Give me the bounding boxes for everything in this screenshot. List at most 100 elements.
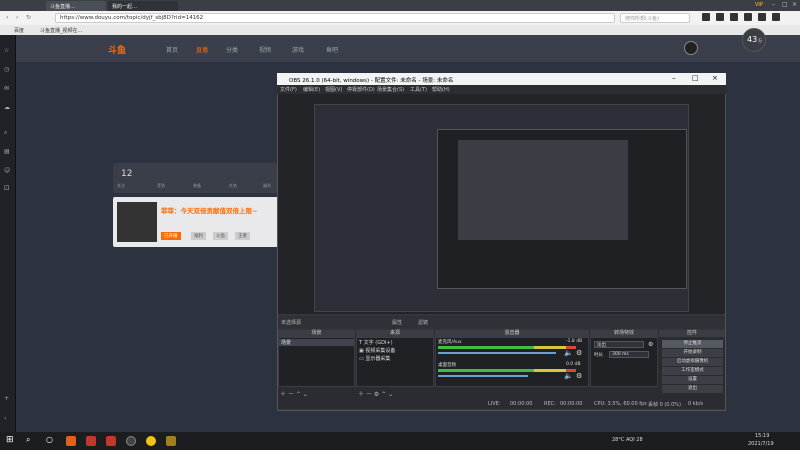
app-taskbar-icon[interactable] bbox=[106, 436, 116, 446]
cloud-icon[interactable]: ☁ bbox=[4, 104, 10, 111]
refresh-icon[interactable]: ↻ bbox=[26, 14, 31, 21]
up-icon[interactable]: ⌃ bbox=[381, 391, 386, 398]
studio-mode-button[interactable]: 工作室模式 bbox=[662, 367, 723, 375]
task-view-icon[interactable]: ○ bbox=[46, 435, 53, 444]
start-recording-button[interactable]: 开始录制 bbox=[662, 349, 723, 357]
down-icon[interactable]: ⌄ bbox=[388, 391, 393, 398]
volume-slider[interactable] bbox=[438, 352, 556, 354]
collapse-icon[interactable]: ‹ bbox=[4, 415, 6, 422]
nav-live[interactable]: 直播 bbox=[196, 45, 208, 54]
star-icon[interactable]: ☆ bbox=[4, 47, 9, 54]
stop-streaming-button[interactable]: 停止推流 bbox=[662, 340, 723, 348]
browser-tab-2[interactable]: 我的一起… bbox=[108, 1, 178, 11]
bookmark-item[interactable]: 斗鱼直播_视频在... bbox=[40, 27, 82, 34]
back-icon[interactable]: ‹ bbox=[6, 14, 8, 21]
filters-button[interactable]: 滤镜 bbox=[418, 319, 428, 326]
extension-icon[interactable] bbox=[730, 13, 738, 21]
speaker-icon[interactable]: 🔈 bbox=[564, 372, 573, 380]
obs-taskbar-icon[interactable] bbox=[126, 436, 136, 446]
source-item[interactable]: T 文字 (GDI+) bbox=[359, 339, 433, 346]
app-taskbar-icon[interactable] bbox=[86, 436, 96, 446]
nav-category[interactable]: 分类 bbox=[226, 45, 238, 54]
gear-icon[interactable]: ⚙ bbox=[648, 341, 653, 348]
virtual-camera-button[interactable]: 启动虚拟摄像机 bbox=[662, 358, 723, 366]
tool-label[interactable]: 装备 bbox=[193, 183, 201, 189]
url-field[interactable]: https://www.douyu.com/topic/dyjf_sbj8D?r… bbox=[55, 13, 615, 23]
extension-icon[interactable] bbox=[758, 13, 766, 21]
nav-games[interactable]: 游戏 bbox=[292, 45, 304, 54]
sources-list[interactable]: T 文字 (GDI+) ▣ 视频采集设备 ▭ 显示器采集 bbox=[356, 337, 434, 387]
duration-input[interactable]: 300 ms bbox=[609, 351, 649, 358]
tag[interactable]: 王者 bbox=[235, 232, 250, 240]
gear-icon[interactable]: ⚙ bbox=[576, 349, 582, 357]
remove-icon[interactable]: － bbox=[288, 391, 294, 398]
search-input[interactable]: 搜你所想(斗鱼) bbox=[620, 13, 690, 23]
user-icon[interactable]: ☺ bbox=[4, 167, 10, 174]
minimize-icon[interactable]: – bbox=[672, 74, 676, 82]
remove-icon[interactable]: － bbox=[366, 391, 372, 398]
search-icon[interactable]: ⌕ bbox=[4, 129, 7, 137]
source-item[interactable]: ▭ 显示器采集 bbox=[359, 355, 433, 362]
source-item[interactable]: ▣ 视频采集设备 bbox=[359, 347, 433, 354]
close-icon[interactable]: × bbox=[712, 74, 718, 82]
browser-taskbar-icon[interactable] bbox=[66, 436, 76, 446]
up-icon[interactable]: ⌃ bbox=[296, 391, 301, 398]
vip-badge[interactable]: VIP bbox=[755, 2, 763, 8]
extension-icon[interactable] bbox=[702, 13, 710, 21]
gear-icon[interactable]: ⚙ bbox=[576, 372, 582, 380]
forward-icon[interactable]: › bbox=[16, 14, 18, 21]
history-icon[interactable]: ◷ bbox=[4, 66, 9, 73]
extension-icon[interactable] bbox=[744, 13, 752, 21]
menu-tools[interactable]: 工具(T) bbox=[410, 86, 427, 93]
nav-video[interactable]: 视频 bbox=[259, 45, 271, 54]
settings-button[interactable]: 设置 bbox=[662, 376, 723, 384]
menu-scene-collection[interactable]: 场景集合(S) bbox=[377, 86, 404, 93]
app-taskbar-icon[interactable] bbox=[166, 436, 176, 446]
search-icon[interactable]: ⌕ bbox=[26, 435, 30, 445]
scenes-list[interactable]: 场景 bbox=[278, 337, 355, 387]
scene-item[interactable]: 场景 bbox=[279, 339, 354, 346]
tool-label[interactable]: 关注 bbox=[117, 183, 125, 189]
maximize-icon[interactable]: □ bbox=[692, 74, 699, 82]
tool-label[interactable]: 任务 bbox=[229, 183, 237, 189]
avatar[interactable] bbox=[684, 41, 698, 55]
speaker-icon[interactable]: 🔈 bbox=[564, 349, 573, 357]
stream-card[interactable]: 菲菲：今天双倍贡献值双倍上限~ 已开播 福利 斗鱼 王者 bbox=[113, 197, 278, 247]
bookmark-item[interactable]: 百度 bbox=[14, 27, 24, 34]
extension-icon[interactable] bbox=[716, 13, 724, 21]
notes-icon[interactable]: ▤ bbox=[4, 148, 10, 155]
volume-slider[interactable] bbox=[438, 375, 528, 377]
add-icon[interactable]: + bbox=[4, 395, 9, 402]
menu-view[interactable]: 视图(V) bbox=[325, 86, 342, 93]
site-logo[interactable]: 斗鱼 bbox=[108, 43, 126, 56]
stream-title[interactable]: 菲菲：今天双倍贡献值双倍上限~ bbox=[161, 205, 257, 215]
exit-button[interactable]: 退出 bbox=[662, 385, 723, 393]
menu-help[interactable]: 帮助(H) bbox=[432, 86, 450, 93]
tag[interactable]: 已开播 bbox=[161, 232, 181, 240]
properties-button[interactable]: 属性 bbox=[392, 319, 402, 326]
windows-start-icon[interactable]: ⊞ bbox=[6, 435, 14, 445]
add-icon[interactable]: ＋ bbox=[358, 391, 364, 398]
viewer-badge[interactable]: 43 万 bbox=[742, 28, 766, 52]
down-icon[interactable]: ⌄ bbox=[303, 391, 308, 398]
weather-status[interactable]: 28°C AQI 28 bbox=[612, 437, 643, 443]
obs-preview[interactable] bbox=[278, 94, 725, 314]
tool-label[interactable]: 福利 bbox=[263, 183, 271, 189]
menu-edit[interactable]: 编辑(E) bbox=[303, 86, 320, 93]
menu-icon[interactable] bbox=[772, 13, 780, 21]
tool-label[interactable]: 签到 bbox=[157, 183, 165, 189]
menu-docks[interactable]: 停靠部件(D) bbox=[347, 86, 375, 93]
browser-tab[interactable]: 斗鱼直播… bbox=[46, 1, 106, 11]
app-taskbar-icon[interactable] bbox=[146, 436, 156, 446]
minimize-icon[interactable]: – bbox=[772, 1, 775, 8]
transition-select[interactable]: 淡出 bbox=[594, 341, 644, 348]
tag[interactable]: 斗鱼 bbox=[213, 232, 228, 240]
stream-thumbnail[interactable] bbox=[117, 202, 157, 242]
menu-file[interactable]: 文件(F) bbox=[280, 86, 297, 93]
nav-home[interactable]: 首页 bbox=[166, 45, 178, 54]
maximize-icon[interactable]: □ bbox=[782, 1, 788, 8]
nav-fishbar[interactable]: 鱼吧 bbox=[326, 45, 338, 54]
clock-date[interactable]: 2021/7/19 bbox=[748, 441, 774, 447]
tag[interactable]: 福利 bbox=[191, 232, 206, 240]
game-icon[interactable]: ⚀ bbox=[4, 185, 9, 192]
